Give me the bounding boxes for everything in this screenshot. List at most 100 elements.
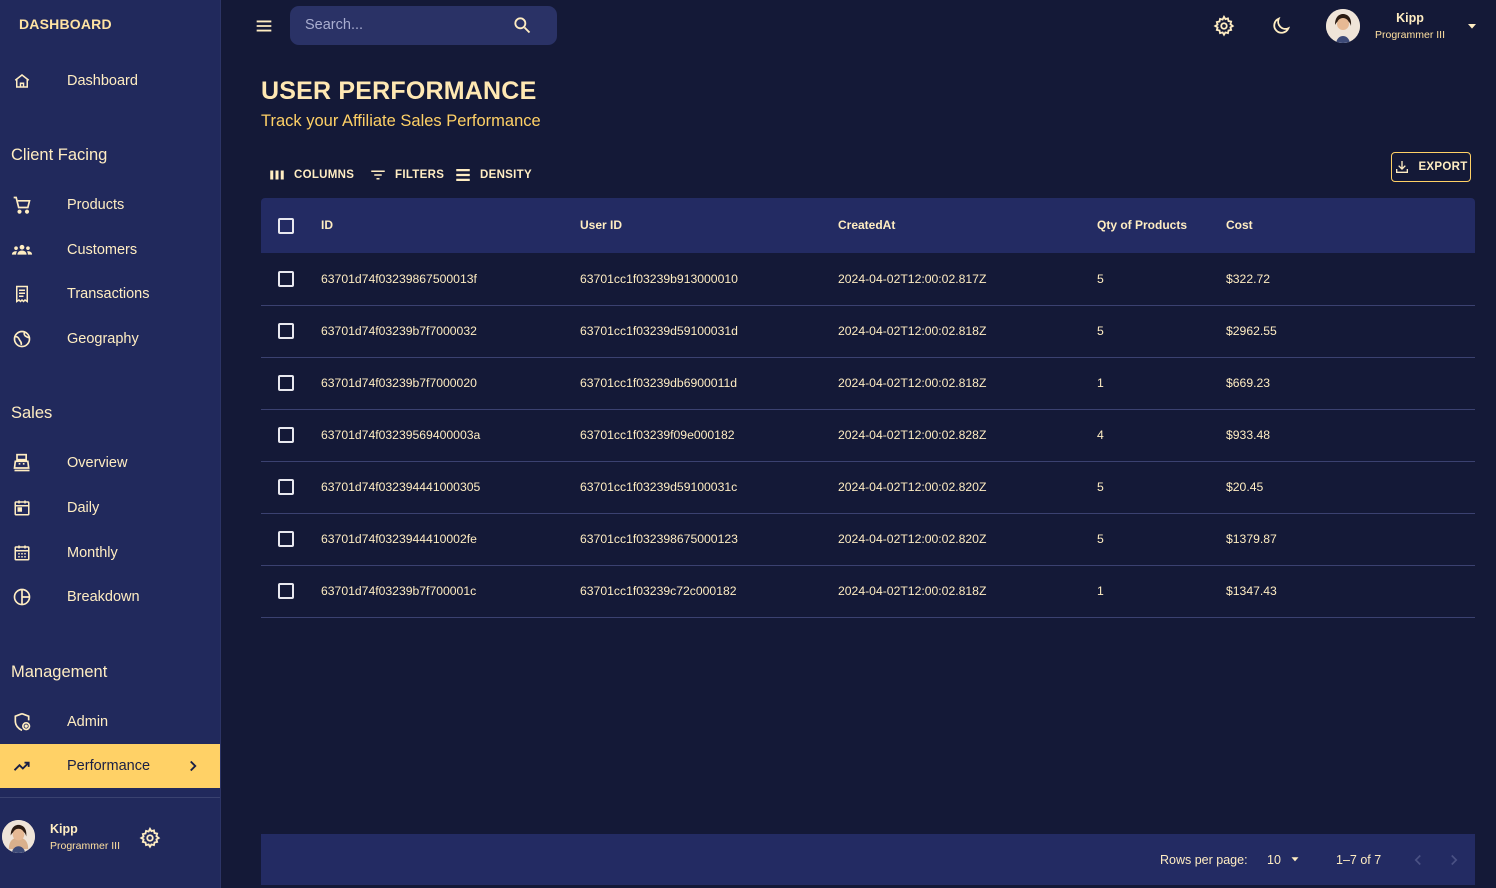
row-checkbox[interactable] [278,583,294,599]
settings-icon[interactable] [1213,14,1235,37]
cell-id: 63701d74f03239569400003a [321,428,481,442]
sidebar-item-label: Dashboard [67,73,138,89]
row-checkbox[interactable] [278,427,294,443]
filters-button[interactable]: FILTERS [369,164,444,186]
download-icon [1396,161,1409,173]
sidebar-item-customers[interactable]: Customers [0,228,220,272]
cell-cost: $20.45 [1226,480,1264,494]
globe-icon [11,328,33,350]
sidebar: DASHBOARD Dashboard Client Facing Produc… [0,0,221,888]
row-checkbox[interactable] [278,479,294,495]
cell-cost: $2962.55 [1226,324,1277,338]
density-button[interactable]: DENSITY [454,164,532,186]
columns-button[interactable]: COLUMNS [268,164,354,186]
column-header-qty[interactable]: Qty of Products [1097,218,1187,232]
sidebar-item-performance[interactable]: Performance [0,744,220,788]
sidebar-item-label: Performance [67,758,151,774]
calendar-month-icon [11,542,33,564]
settings-icon[interactable] [139,826,161,849]
columns-icon [270,170,284,180]
sidebar-item-label: Admin [67,714,109,730]
export-label: EXPORT [1418,161,1468,173]
sidebar-item-monthly[interactable]: Monthly [0,531,220,575]
cell-qty: 5 [1097,272,1104,286]
chevron-down-icon[interactable] [1464,18,1480,34]
table-row[interactable]: 63701d74f032394441000305 63701cc1f03239d5… [261,462,1475,514]
export-button[interactable]: EXPORT [1391,152,1471,182]
table-row[interactable]: 63701d74f0323944410002fe 63701cc1f0323986… [261,514,1475,566]
page-title: USER PERFORMANCE [261,77,537,105]
sidebar-item-label: Monthly [67,545,118,561]
table-row[interactable]: 63701d74f03239b7f700001c 63701cc1f03239c7… [261,566,1475,618]
sidebar-item-admin[interactable]: Admin [0,700,220,744]
table-row[interactable]: 63701d74f03239b7f7000032 63701cc1f03239d5… [261,306,1475,358]
sidebar-item-dashboard[interactable]: Dashboard [0,59,220,103]
row-checkbox[interactable] [278,271,294,287]
select-all-checkbox[interactable] [278,218,294,234]
column-header-cost[interactable]: Cost [1226,218,1253,232]
column-header-id[interactable]: ID [321,218,333,232]
search-icon[interactable] [512,15,532,35]
sidebar-item-products[interactable]: Products [0,183,220,227]
row-checkbox[interactable] [278,531,294,547]
sidebar-user-panel: Kipp Programmer III [0,797,220,888]
table-row[interactable]: 63701d74f03239569400003a 63701cc1f03239f0… [261,410,1475,462]
table-header: ID User ID CreatedAt Qty of Products Cos… [261,198,1475,253]
sidebar-item-label: Overview [67,455,128,471]
avatar[interactable] [2,820,35,853]
cell-id: 63701d74f032394441000305 [321,480,481,494]
table-row[interactable]: 63701d74f03239867500013f 63701cc1f03239b9… [261,254,1475,306]
cell-user-id: 63701cc1f03239d59100031d [580,324,738,338]
column-header-user-id[interactable]: User ID [580,218,622,232]
row-checkbox[interactable] [278,323,294,339]
page-subtitle: Track your Affiliate Sales Performance [261,112,541,130]
receipt-icon [11,283,33,305]
dark-mode-icon[interactable] [1270,15,1292,37]
user-name: Kipp [50,822,78,836]
chevron-right-icon [184,757,202,775]
cell-created-at: 2024-04-02T12:00:02.818Z [838,376,987,390]
sidebar-item-overview[interactable]: Overview [0,441,220,485]
pagination-range: 1–7 of 7 [1336,853,1382,867]
cell-created-at: 2024-04-02T12:00:02.820Z [838,532,987,546]
section-title-sales: Sales [11,404,53,422]
sidebar-item-daily[interactable]: Daily [0,486,220,530]
cell-cost: $1347.43 [1226,584,1277,598]
cell-user-id: 63701cc1f03239d59100031c [580,480,738,494]
cell-id: 63701d74f03239b7f7000020 [321,376,477,390]
cell-qty: 1 [1097,376,1104,390]
home-icon [11,70,33,92]
admin-panel-icon [11,711,33,733]
sidebar-item-breakdown[interactable]: Breakdown [0,575,220,619]
cell-cost: $669.23 [1226,376,1271,390]
row-checkbox[interactable] [278,375,294,391]
user-name[interactable]: Kipp [1360,11,1460,25]
trending-up-icon [11,755,33,777]
chevron-left-icon[interactable] [1409,851,1427,869]
user-role: Programmer III [1374,29,1445,41]
sidebar-item-label: Geography [67,331,139,347]
column-header-created-at[interactable]: CreatedAt [838,218,895,232]
brand-title[interactable]: DASHBOARD [19,16,112,32]
table-row[interactable]: 63701d74f03239b7f7000020 63701cc1f03239db… [261,358,1475,410]
rows-per-page-select[interactable]: 10 [1267,853,1281,867]
cell-id: 63701d74f03239b7f7000032 [321,324,477,338]
sidebar-item-geography[interactable]: Geography [0,317,220,361]
cell-id: 63701d74f0323944410002fe [321,532,477,546]
sidebar-item-transactions[interactable]: Transactions [0,272,220,316]
chevron-right-icon[interactable] [1445,851,1463,869]
search-input[interactable] [305,15,505,35]
chevron-down-icon[interactable] [1288,852,1302,866]
cell-user-id: 63701cc1f03239f09e000182 [580,428,735,442]
cell-cost: $933.48 [1226,428,1271,442]
cell-qty: 5 [1097,532,1104,546]
sidebar-item-label: Products [67,197,125,213]
table-pagination: Rows per page: 10 1–7 of 7 [261,834,1475,885]
point-of-sale-icon [11,452,33,474]
cell-created-at: 2024-04-02T12:00:02.818Z [838,584,987,598]
menu-icon[interactable] [253,15,275,37]
avatar[interactable] [1326,9,1360,43]
cell-user-id: 63701cc1f032398675000123 [580,532,738,546]
density-label: DENSITY [480,169,532,181]
sidebar-item-label: Breakdown [67,589,140,605]
